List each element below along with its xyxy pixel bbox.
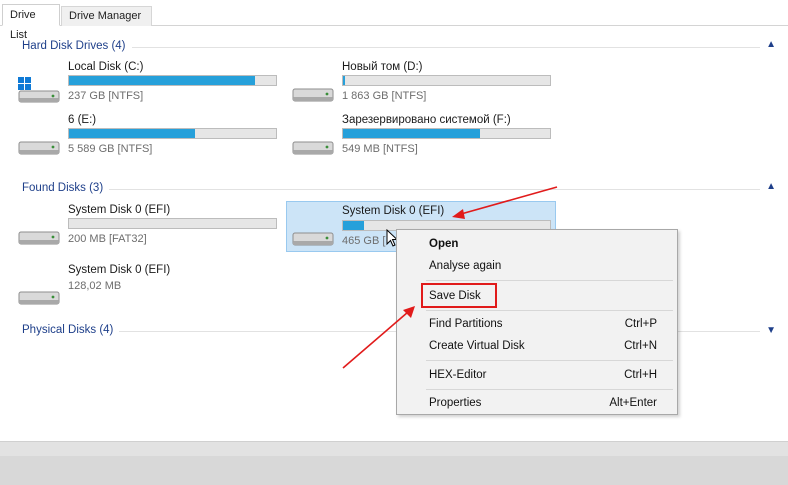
menu-item-find-partitions[interactable]: Find Partitions Ctrl+P — [398, 313, 676, 335]
menu-item-label: Properties — [429, 397, 482, 409]
tab-drive-list[interactable]: Drive List — [2, 4, 60, 41]
group-divider — [22, 47, 760, 48]
menu-separator — [426, 360, 673, 361]
menu-separator — [426, 310, 673, 311]
drive-name: Новый том (D:) — [342, 61, 423, 73]
hard-drive-icon — [292, 232, 334, 246]
menu-item-create-virtual-disk[interactable]: Create Virtual Disk Ctrl+N — [398, 335, 676, 357]
drive-tile-e[interactable]: 6 (E:) 5 589 GB [NTFS] — [18, 114, 288, 160]
tab-bar: Drive List Drive Manager — [0, 0, 788, 41]
menu-item-label: HEX-Editor — [429, 369, 487, 381]
menu-item-properties[interactable]: Properties Alt+Enter — [398, 392, 676, 414]
drive-usage-bar — [342, 75, 551, 86]
drive-size: 549 MB [NTFS] — [342, 143, 418, 155]
group-header-hard-disk-drives[interactable]: Hard Disk Drives (4) ▲ — [22, 39, 782, 54]
group-title: Physical Disks (4) — [22, 324, 120, 336]
drive-size: 465 GB [ — [342, 235, 386, 247]
drive-size: 5 589 GB [NTFS] — [68, 143, 153, 155]
drive-name: System Disk 0 (EFI) — [68, 264, 171, 276]
menu-item-open[interactable]: Open — [398, 233, 676, 255]
drive-tile-found-3[interactable]: System Disk 0 (EFI) 128,02 MB — [18, 264, 288, 310]
drive-name: Local Disk (C:) — [68, 61, 144, 73]
chevron-up-icon[interactable]: ▲ — [766, 181, 776, 192]
bottom-panel — [0, 441, 788, 485]
drive-size: 128,02 MB — [68, 280, 122, 292]
group-title: Found Disks (3) — [22, 182, 110, 194]
drive-usage-fill — [343, 129, 480, 138]
menu-item-shortcut: Alt+Enter — [609, 397, 657, 409]
menu-separator — [426, 389, 673, 390]
tab-drive-manager[interactable]: Drive Manager — [61, 6, 152, 26]
group-divider — [22, 189, 760, 190]
drive-tile-f[interactable]: Зарезервировано системой (F:) 549 MB [NT… — [292, 114, 562, 160]
drive-usage-bar — [342, 128, 551, 139]
menu-item-analyse-again[interactable]: Analyse again — [398, 255, 676, 277]
drive-size: 1 863 GB [NTFS] — [342, 90, 427, 102]
drive-tile-found-1[interactable]: System Disk 0 (EFI) 200 MB [FAT32] — [18, 204, 288, 250]
drive-usage-fill — [69, 76, 256, 85]
hard-drive-icon — [18, 291, 60, 305]
menu-separator — [426, 280, 673, 281]
drive-tile-c[interactable]: Local Disk (C:) 237 GB [NTFS] — [18, 61, 288, 107]
drive-usage-bar — [68, 75, 277, 86]
annotation-highlight-box — [421, 283, 497, 308]
drive-size: 237 GB [NTFS] — [68, 90, 144, 102]
menu-item-label: Open — [429, 238, 459, 250]
hard-drive-icon — [292, 141, 334, 155]
menu-item-shortcut: Ctrl+H — [624, 369, 657, 381]
hard-drive-icon — [18, 141, 60, 155]
chevron-up-icon[interactable]: ▲ — [766, 39, 776, 50]
windows-drive-icon — [18, 77, 60, 103]
drive-name: 6 (E:) — [68, 114, 97, 126]
drive-tile-d[interactable]: Новый том (D:) 1 863 GB [NTFS] — [292, 61, 562, 107]
drive-usage-fill — [69, 129, 196, 138]
drive-name: System Disk 0 (EFI) — [342, 205, 445, 217]
drive-name: Зарезервировано системой (F:) — [342, 114, 511, 126]
hard-drive-icon — [292, 88, 334, 102]
bottom-panel-inner — [0, 456, 788, 485]
menu-item-label: Create Virtual Disk — [429, 340, 525, 352]
menu-item-hex-editor[interactable]: HEX-Editor Ctrl+H — [398, 364, 676, 386]
drive-usage-fill — [343, 221, 364, 230]
group-header-found-disks[interactable]: Found Disks (3) ▲ — [22, 181, 782, 196]
chevron-down-icon[interactable]: ▼ — [766, 325, 776, 336]
menu-item-label: Analyse again — [429, 260, 502, 272]
drive-usage-fill — [343, 76, 346, 85]
drive-usage-bar — [68, 218, 277, 229]
drive-usage-bar — [68, 128, 277, 139]
menu-item-shortcut: Ctrl+N — [624, 340, 657, 352]
group-title: Hard Disk Drives (4) — [22, 40, 132, 52]
menu-item-shortcut: Ctrl+P — [624, 318, 657, 330]
context-menu: Open Analyse again Save Disk Find Partit… — [396, 229, 678, 415]
drive-name: System Disk 0 (EFI) — [68, 204, 171, 216]
hard-drive-icon — [18, 231, 60, 245]
menu-item-label: Find Partitions — [429, 318, 503, 330]
drive-size: 200 MB [FAT32] — [68, 233, 147, 245]
